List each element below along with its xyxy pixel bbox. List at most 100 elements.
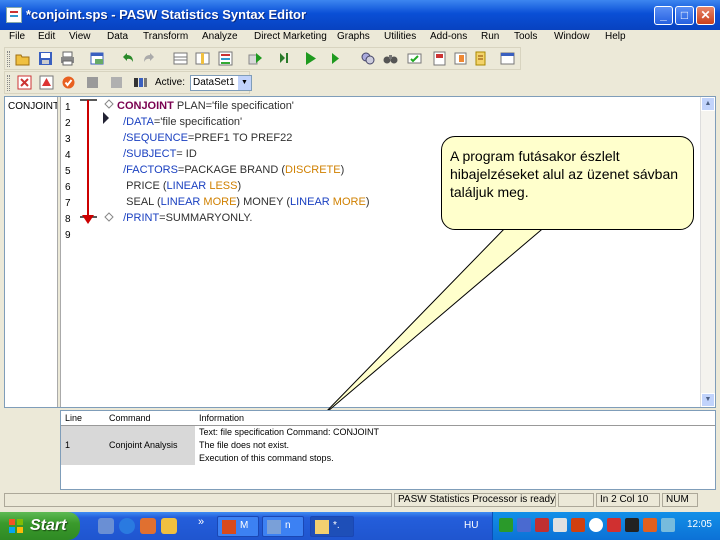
run-selection-icon[interactable] (248, 51, 263, 66)
message-info: Text: file specification Command: CONJOI… (199, 427, 380, 438)
taskbar-item-label: n (285, 520, 291, 531)
nav-item-conjoint[interactable]: CONJOINT (8, 101, 59, 112)
go-to-case-icon[interactable] (173, 51, 188, 66)
code-line[interactable]: PRICE (LINEAR LESS) (117, 180, 241, 192)
code-token: CONJOINT (117, 100, 174, 112)
taskbar-item[interactable]: n (262, 516, 304, 537)
undo-icon[interactable] (120, 51, 135, 66)
message-line: 1 (61, 438, 105, 452)
menu-analyze[interactable]: Analyze (202, 31, 238, 42)
code-line[interactable]: /DATA='file specification' (117, 116, 242, 128)
dialog-recall-icon[interactable] (90, 51, 105, 66)
line-number: 5 (65, 166, 71, 177)
quicklaunch-icon[interactable] (98, 518, 114, 534)
script-icon[interactable] (473, 51, 488, 66)
go-to-variable-icon[interactable] (195, 51, 210, 66)
maximize-button[interactable]: □ (675, 6, 694, 25)
tray-icon[interactable] (553, 518, 567, 532)
table-row[interactable]: 1 Conjoint Analysis The file does not ex… (61, 438, 715, 452)
code-line[interactable]: /SUBJECT= ID (117, 148, 197, 160)
tray-icon[interactable] (589, 518, 603, 532)
syntax-file-icon (315, 520, 329, 534)
column-header-command[interactable]: Command (105, 411, 195, 426)
vertical-scrollbar[interactable]: ▲ ▼ (700, 97, 715, 407)
language-indicator[interactable]: HU (464, 520, 478, 531)
tray-icon[interactable] (499, 518, 513, 532)
tray-icon[interactable] (535, 518, 549, 532)
toolbar-grip[interactable] (7, 75, 10, 91)
code-line[interactable]: SEAL (LINEAR MORE) MONEY (LINEAR MORE) (117, 196, 369, 208)
menu-run[interactable]: Run (481, 31, 499, 42)
error-message-pane[interactable]: Line Command Information Text: file spec… (60, 410, 716, 490)
spellcheck-icon[interactable] (407, 51, 422, 66)
run-icon[interactable] (303, 51, 318, 66)
network-icon[interactable] (625, 518, 639, 532)
clock[interactable]: 12:05 (687, 519, 712, 530)
close-button[interactable]: ✕ (696, 6, 715, 25)
menu-view[interactable]: View (69, 31, 91, 42)
redo-icon[interactable] (142, 51, 157, 66)
tray-icon[interactable] (517, 518, 531, 532)
volume-icon[interactable] (661, 518, 675, 532)
menu-data[interactable]: Data (107, 31, 128, 42)
folder-icon[interactable] (161, 518, 177, 534)
error-toggle-icon[interactable] (17, 75, 32, 90)
bookmark-icon[interactable] (432, 51, 447, 66)
chevron-down-icon[interactable]: ▼ (238, 76, 251, 90)
media-icon[interactable] (140, 518, 156, 534)
cursor-position: In 2 Col 10 (596, 493, 660, 507)
step-forward-icon[interactable] (328, 51, 343, 66)
code-token: /FACTORS (117, 164, 178, 176)
column-header-line[interactable]: Line (61, 411, 105, 426)
column-header-information[interactable]: Information (195, 411, 715, 426)
breakpoint-icon[interactable] (39, 75, 54, 90)
print-icon[interactable] (60, 51, 75, 66)
code-line[interactable]: /PRINT=SUMMARYONLY. (117, 212, 252, 224)
start-button[interactable]: Start (0, 512, 80, 540)
table-row[interactable]: Execution of this command stops. (61, 451, 715, 465)
disabled-tool-icon[interactable] (85, 75, 100, 90)
menu-edit[interactable]: Edit (38, 31, 55, 42)
line-number: 8 (65, 214, 71, 225)
menu-tools[interactable]: Tools (514, 31, 537, 42)
menu-graphs[interactable]: Graphs (337, 31, 370, 42)
minimize-button[interactable]: _ (654, 6, 673, 25)
browser-icon[interactable] (119, 518, 135, 534)
save-icon[interactable] (38, 51, 53, 66)
find-icon[interactable] (360, 51, 375, 66)
active-dataset-dropdown[interactable]: DataSet1 ▼ (190, 75, 252, 91)
title-bar[interactable]: *conjoint.sps - PASW Statistics Syntax E… (0, 0, 720, 30)
code-line[interactable]: CONJOINT PLAN='file specification' (117, 100, 294, 112)
step-into-icon[interactable] (277, 51, 292, 66)
tray-icon[interactable] (643, 518, 657, 532)
menu-add-ons[interactable]: Add-ons (430, 31, 467, 42)
menu-direct-marketing[interactable]: Direct Marketing (254, 31, 327, 42)
line-gutter: 1 2 3 4 5 6 7 8 9 (61, 97, 119, 407)
open-folder-icon[interactable] (15, 51, 30, 66)
taskbar-item-active[interactable]: *. (310, 516, 354, 537)
comment-icon[interactable] (109, 75, 124, 90)
indent-icon[interactable] (453, 51, 468, 66)
menu-transform[interactable]: Transform (143, 31, 188, 42)
chevron-right-icon[interactable]: » (198, 516, 204, 528)
clear-breakpoints-icon[interactable] (61, 75, 76, 90)
scroll-up-icon[interactable]: ▲ (701, 97, 715, 111)
callout-bubble: A program futásakor észlelt hibajelzések… (441, 136, 694, 230)
code-line[interactable]: /SEQUENCE=PREF1 TO PREF22 (117, 132, 292, 144)
taskbar-item[interactable]: M (217, 516, 259, 537)
menu-file[interactable]: File (9, 31, 25, 42)
window-icon[interactable] (500, 51, 515, 66)
menu-window[interactable]: Window (554, 31, 590, 42)
tray-icon[interactable] (571, 518, 585, 532)
menu-help[interactable]: Help (605, 31, 626, 42)
binoculars-icon[interactable] (383, 51, 398, 66)
scroll-down-icon[interactable]: ▼ (701, 393, 715, 407)
shield-icon[interactable] (607, 518, 621, 532)
outline-icon[interactable] (133, 75, 148, 90)
menu-utilities[interactable]: Utilities (384, 31, 416, 42)
toolbar-grip[interactable] (7, 51, 10, 67)
variables-icon[interactable] (218, 51, 233, 66)
code-token: ) (340, 164, 345, 176)
table-row[interactable]: Text: file specification Command: CONJOI… (61, 425, 715, 439)
code-line[interactable]: /FACTORS=PACKAGE BRAND (DISCRETE) (117, 164, 344, 176)
